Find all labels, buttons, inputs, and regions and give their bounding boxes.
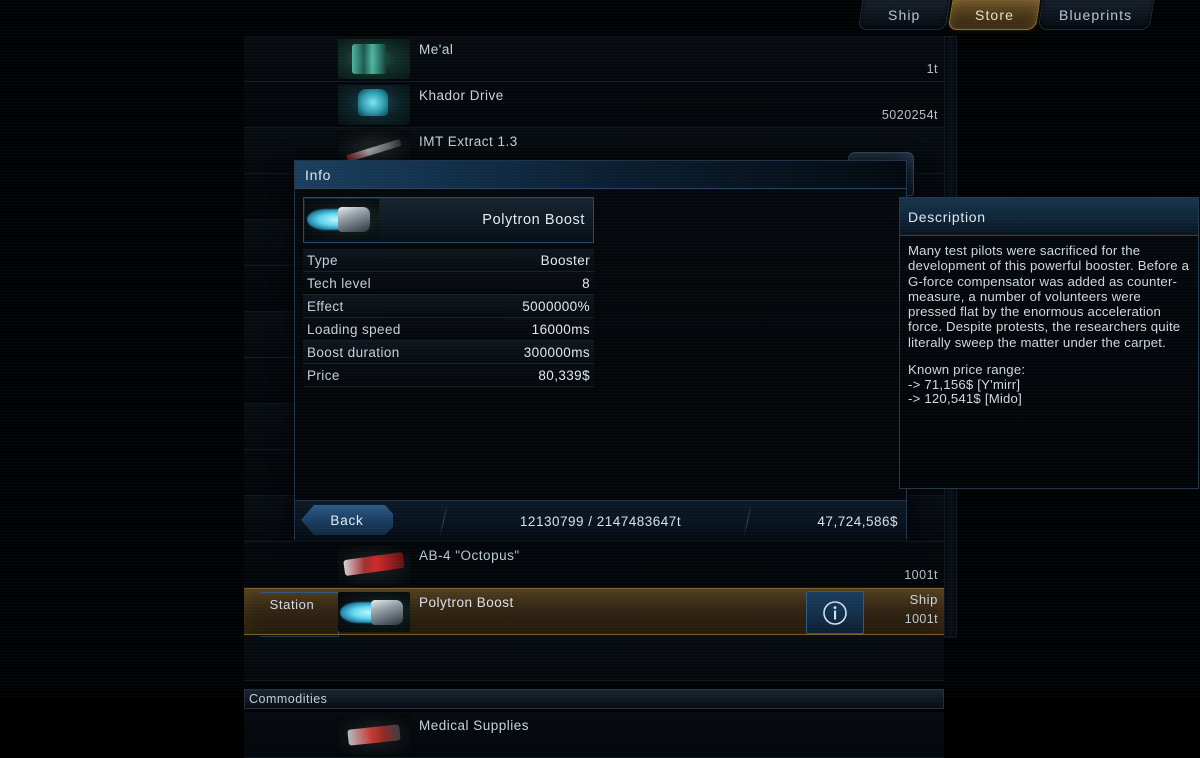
stat-key: Price xyxy=(307,367,340,383)
section-header-commodities: Commodities xyxy=(244,689,944,709)
polytron-boost-icon xyxy=(338,592,410,632)
stat-key: Boost duration xyxy=(307,344,400,360)
polytron-boost-icon xyxy=(305,199,379,240)
selected-row-right: Ship 1001t xyxy=(905,592,938,626)
stat-row: Loading speed 16000ms xyxy=(303,318,594,341)
stat-value: 300000ms xyxy=(523,344,590,360)
tab-blueprints[interactable]: Blueprints xyxy=(1037,0,1155,30)
stat-value: 16000ms xyxy=(531,321,590,337)
list-item-name: Medical Supplies xyxy=(419,718,530,733)
cargo-capacity: 12130799 / 2147483647t xyxy=(519,513,682,529)
info-stats-column: Polytron Boost Type Booster Tech level 8… xyxy=(303,197,594,387)
top-tab-bar: Ship Store Blueprints xyxy=(857,0,1160,30)
list-item-qty: 5020254t xyxy=(881,108,938,122)
info-dialog-footer: Back 12130799 / 2147483647t 47,724,586$ xyxy=(295,500,906,541)
tab-store[interactable]: Store xyxy=(947,0,1041,30)
meal-icon xyxy=(338,39,410,79)
section-header-label: Commodities xyxy=(249,692,328,706)
info-item-name: Polytron Boost xyxy=(482,212,585,228)
description-text: Many test pilots were sacrificed for the… xyxy=(908,243,1194,350)
list-item-qty: 1001t xyxy=(904,568,938,582)
ship-label: Ship xyxy=(909,592,938,607)
list-item-name: AB-4 "Octopus" xyxy=(419,548,520,563)
info-stats-table: Type Booster Tech level 8 Effect 5000000… xyxy=(303,249,594,387)
stat-row: Type Booster xyxy=(303,249,594,272)
stat-row: Tech level 8 xyxy=(303,272,594,295)
info-dialog: Info Polytron Boost Type Booster Tech le… xyxy=(294,160,1199,541)
description-panel: Description Many test pilots were sacrif… xyxy=(899,197,1199,489)
ship-qty: 1001t xyxy=(904,612,938,626)
station-tag-label: Station xyxy=(269,597,315,612)
list-item[interactable]: Medical Supplies xyxy=(244,712,944,758)
stat-row: Effect 5000000% xyxy=(303,295,594,318)
info-dialog-title: Info xyxy=(305,166,332,183)
info-dialog-titlebar: Info xyxy=(295,161,906,189)
credits-value: 47,724,586$ xyxy=(817,513,898,529)
octopus-icon xyxy=(338,545,410,585)
stat-value: 80,339$ xyxy=(538,367,590,383)
info-dialog-body: Polytron Boost Type Booster Tech level 8… xyxy=(295,189,1199,500)
stat-key: Type xyxy=(307,252,338,268)
known-price-range: Known price range: -> 71,156$ [Y'mirr] -… xyxy=(908,362,1026,407)
list-item-name: Me'al xyxy=(419,42,454,57)
tab-ship-label: Ship xyxy=(887,6,921,23)
tab-ship[interactable]: Ship xyxy=(857,0,951,30)
info-item-card: Polytron Boost xyxy=(303,197,594,243)
stat-key: Tech level xyxy=(307,275,372,291)
list-item[interactable]: Khador Drive 5020254t xyxy=(244,82,944,128)
station-tag[interactable]: Station xyxy=(246,592,339,637)
list-item[interactable]: Me'al 1t xyxy=(244,36,944,82)
medical-supplies-icon xyxy=(338,715,410,755)
stat-value: 8 xyxy=(582,275,590,291)
game-screen: Ship Store Blueprints Me'al 1t Khador Dr… xyxy=(0,0,1200,758)
description-titlebar: Description xyxy=(900,198,1198,236)
stat-row: Boost duration 300000ms xyxy=(303,341,594,364)
stat-key: Effect xyxy=(307,298,344,314)
list-item-name: IMT Extract 1.3 xyxy=(419,134,518,149)
list-item-name: Khador Drive xyxy=(419,88,504,103)
stat-value: Booster xyxy=(540,252,590,268)
tab-store-label: Store xyxy=(974,6,1014,23)
stat-row: Price 80,339$ xyxy=(303,364,594,387)
list-item[interactable] xyxy=(244,635,944,681)
description-title: Description xyxy=(908,208,986,225)
tab-blueprints-label: Blueprints xyxy=(1059,6,1133,23)
stat-key: Loading speed xyxy=(307,321,401,337)
list-item-name: Polytron Boost xyxy=(419,595,514,610)
info-circle-icon[interactable] xyxy=(806,591,864,634)
list-item-qty: 1t xyxy=(926,62,938,76)
list-item-selected[interactable]: Station Polytron Boost Ship 1001t xyxy=(244,588,944,637)
stat-value: 5000000% xyxy=(522,298,590,314)
khador-drive-icon xyxy=(338,85,410,125)
list-item[interactable]: AB-4 "Octopus" 1001t xyxy=(244,542,944,588)
